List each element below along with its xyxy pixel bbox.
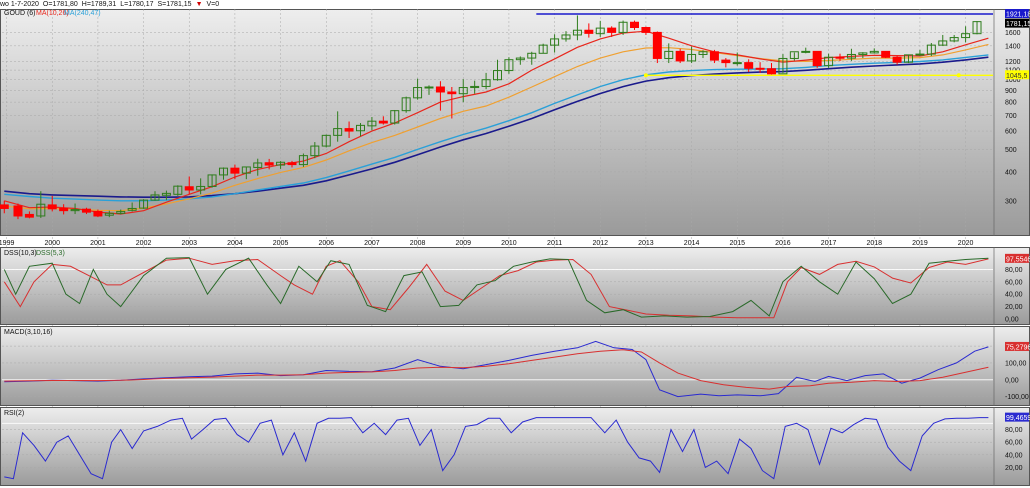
- support-anchor-point: [956, 73, 961, 78]
- macd-panel-tick-label: 0,00: [1005, 377, 1019, 384]
- year-tick-label: 2013: [638, 240, 654, 247]
- year-tick-label: 2000: [44, 240, 60, 247]
- rsi-panel-tick-label: 40,00: [1005, 452, 1023, 459]
- dss-panel-tick-label: 80,00: [1005, 267, 1023, 274]
- candle-body: [584, 29, 594, 34]
- dss-panel-tick-label: 40,00: [1005, 292, 1023, 299]
- support-value-label: 1045,5: [1006, 73, 1028, 80]
- macd-panel-title: MACD(3,10,16): [4, 329, 53, 336]
- rsi-panel-value-label: 99,4659: [1006, 415, 1030, 422]
- candle-body: [435, 86, 445, 93]
- price-tick-label: 400: [1005, 169, 1017, 176]
- candle-body: [0, 204, 9, 209]
- year-tick-label: 2001: [90, 240, 106, 247]
- year-tick-label: 2006: [318, 240, 334, 247]
- year-tick-label: 2017: [821, 240, 837, 247]
- price-tick-label: 700: [1005, 113, 1017, 120]
- macd-panel-value-label: 75,2796: [1006, 344, 1030, 351]
- candle-body: [230, 167, 240, 174]
- dss-panel-tick-label: 0,00: [1005, 317, 1019, 324]
- candle-body: [287, 162, 297, 166]
- rsi-panel-tick-label: 20,00: [1005, 465, 1023, 472]
- candle-body: [93, 210, 103, 217]
- dss-panel-title: DSS(10,3): [4, 250, 37, 257]
- dss-panel-legend: DSS(5,3): [36, 250, 65, 257]
- price-tick-label: 1400: [1005, 43, 1021, 50]
- candle-body: [812, 50, 822, 67]
- chart-canvas[interactable]: 3004005006007008009001000110012001400160…: [0, 0, 1030, 488]
- year-tick-label: 1999: [0, 240, 14, 247]
- year-tick-label: 2011: [547, 240, 562, 247]
- price-tick-label: 1600: [1005, 30, 1021, 37]
- dss-panel-tick-label: 20,00: [1005, 304, 1023, 311]
- candle-body: [641, 27, 651, 33]
- rsi-panel-tick-label: 60,00: [1005, 440, 1023, 447]
- year-tick-label: 2004: [227, 240, 243, 247]
- year-tick-label: 2005: [273, 240, 289, 247]
- rsi-panel-background: [0, 407, 1030, 486]
- year-tick-label: 2009: [455, 240, 471, 247]
- candle-body: [607, 27, 617, 33]
- price-tick-label: 600: [1005, 129, 1017, 136]
- candle-body: [264, 162, 274, 166]
- price-tick-label: 500: [1005, 147, 1017, 154]
- candle-body: [835, 56, 845, 59]
- candle-body: [915, 53, 925, 56]
- macd-panel-tick-label: 100,00: [1005, 360, 1027, 367]
- candle-body: [675, 50, 685, 62]
- year-tick-label: 2018: [866, 240, 882, 247]
- year-tick-label: 2003: [181, 240, 197, 247]
- macd-panel-tick-label: -100,00: [1005, 394, 1029, 401]
- candle-body: [755, 67, 765, 70]
- candle-body: [767, 68, 777, 75]
- candle-body: [13, 205, 23, 217]
- resistance-value-label: 1921,18: [1006, 12, 1030, 19]
- candle-body: [744, 62, 754, 69]
- dss-panel-background: [0, 247, 1030, 325]
- support-anchor-point: [643, 73, 648, 78]
- year-tick-label: 2019: [912, 240, 928, 247]
- year-tick-label: 2007: [364, 240, 380, 247]
- candle-body: [184, 186, 194, 191]
- ma240-legend: MA(240,47): [64, 10, 101, 17]
- price-panel-title: GOUD (6): [4, 10, 36, 17]
- year-tick-label: 2010: [501, 240, 517, 247]
- year-tick-label: 2008: [410, 240, 426, 247]
- candle-body: [732, 62, 742, 65]
- price-tick-label: 800: [1005, 100, 1017, 107]
- candle-body: [801, 50, 811, 53]
- dss-panel-value-label: 97,5546: [1006, 256, 1030, 263]
- candle-body: [630, 21, 640, 29]
- year-tick-label: 2020: [958, 240, 974, 247]
- dss-panel-tick-label: 60,00: [1005, 279, 1023, 286]
- candle-body: [81, 208, 91, 213]
- price-tick-label: 900: [1005, 88, 1017, 95]
- candle-body: [378, 120, 388, 124]
- price-tick-label: 300: [1005, 198, 1017, 205]
- year-tick-label: 2015: [729, 240, 745, 247]
- rsi-panel-tick-label: 80,00: [1005, 427, 1023, 434]
- candle-body: [344, 128, 354, 132]
- rsi-panel-title: RSI(2): [4, 410, 24, 417]
- price-tick-label: 1200: [1005, 59, 1021, 66]
- candle-body: [24, 213, 34, 218]
- year-tick-label: 2014: [684, 240, 700, 247]
- last-price-label: 1781,15: [1006, 21, 1030, 28]
- macd-panel-background: [0, 326, 1030, 406]
- candle-body: [892, 56, 902, 63]
- price-panel-background: [0, 9, 1030, 236]
- year-tick-label: 2016: [775, 240, 791, 247]
- candle-body: [721, 59, 731, 64]
- year-tick-label: 2012: [592, 240, 608, 247]
- candle-body: [447, 91, 457, 95]
- year-tick-label: 2002: [136, 240, 152, 247]
- candle-body: [881, 50, 891, 58]
- candle-body: [424, 86, 434, 89]
- candle-body: [47, 204, 57, 210]
- candle-body: [709, 51, 719, 61]
- candle-body: [652, 31, 662, 59]
- candle-body: [59, 207, 69, 212]
